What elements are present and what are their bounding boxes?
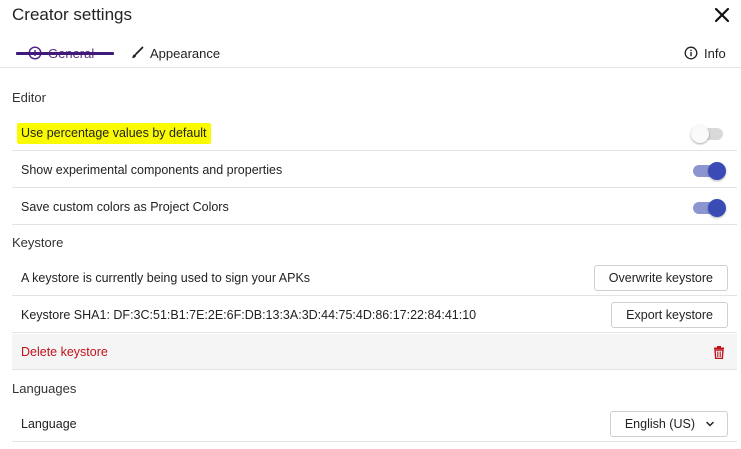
chevron-down-icon	[705, 419, 715, 429]
overwrite-keystore-button[interactable]: Overwrite keystore	[593, 265, 728, 291]
close-icon	[714, 7, 730, 23]
setting-label-experimental: Show experimental components and propert…	[21, 162, 283, 177]
keystore-status-row: A keystore is currently being used to si…	[12, 260, 737, 296]
toggle-project-colors[interactable]	[693, 199, 726, 217]
keystore-sha-row: Keystore SHA1: DF:3C:51:B1:7E:2E:6F:DB:1…	[12, 297, 737, 333]
brush-icon	[130, 46, 144, 60]
dialog-title: Creator settings	[12, 5, 132, 24]
trash-icon[interactable]	[713, 346, 725, 360]
tab-appearance-label: Appearance	[150, 45, 221, 61]
info-icon	[684, 46, 698, 60]
section-title-languages: Languages	[12, 381, 77, 396]
delete-keystore-label: Delete keystore	[21, 344, 108, 359]
setting-row-project-colors: Save custom colors as Project Colors	[12, 189, 737, 225]
toggle-experimental[interactable]	[693, 162, 726, 180]
keystore-status-text: A keystore is currently being used to si…	[21, 270, 311, 285]
language-label: Language	[21, 416, 77, 431]
tab-general[interactable]: General	[16, 42, 114, 64]
setting-row-percentage: Use percentage values by default	[12, 115, 737, 151]
section-title-editor: Editor	[12, 90, 46, 105]
language-row: Language English (US)	[12, 406, 737, 442]
tab-bar: General Appearance Info	[0, 36, 741, 68]
close-button[interactable]	[712, 5, 732, 25]
export-keystore-button[interactable]: Export keystore	[611, 302, 728, 328]
dialog-header: Creator settings	[0, 0, 741, 34]
tab-active-indicator	[16, 52, 114, 55]
tab-info-label: Info	[704, 45, 726, 61]
tab-info[interactable]: Info	[684, 42, 726, 64]
toggle-percentage[interactable]	[691, 125, 725, 143]
tab-appearance[interactable]: Appearance	[130, 42, 220, 64]
language-selected-value: English (US)	[624, 417, 695, 431]
setting-label-percentage: Use percentage values by default	[17, 122, 211, 144]
setting-label-project-colors: Save custom colors as Project Colors	[21, 199, 229, 214]
setting-row-experimental: Show experimental components and propert…	[12, 152, 737, 188]
language-select[interactable]: English (US)	[609, 411, 728, 437]
section-title-keystore: Keystore	[12, 235, 64, 250]
keystore-sha-text: Keystore SHA1: DF:3C:51:B1:7E:2E:6F:DB:1…	[21, 307, 477, 322]
delete-keystore-row[interactable]: Delete keystore	[12, 334, 737, 370]
